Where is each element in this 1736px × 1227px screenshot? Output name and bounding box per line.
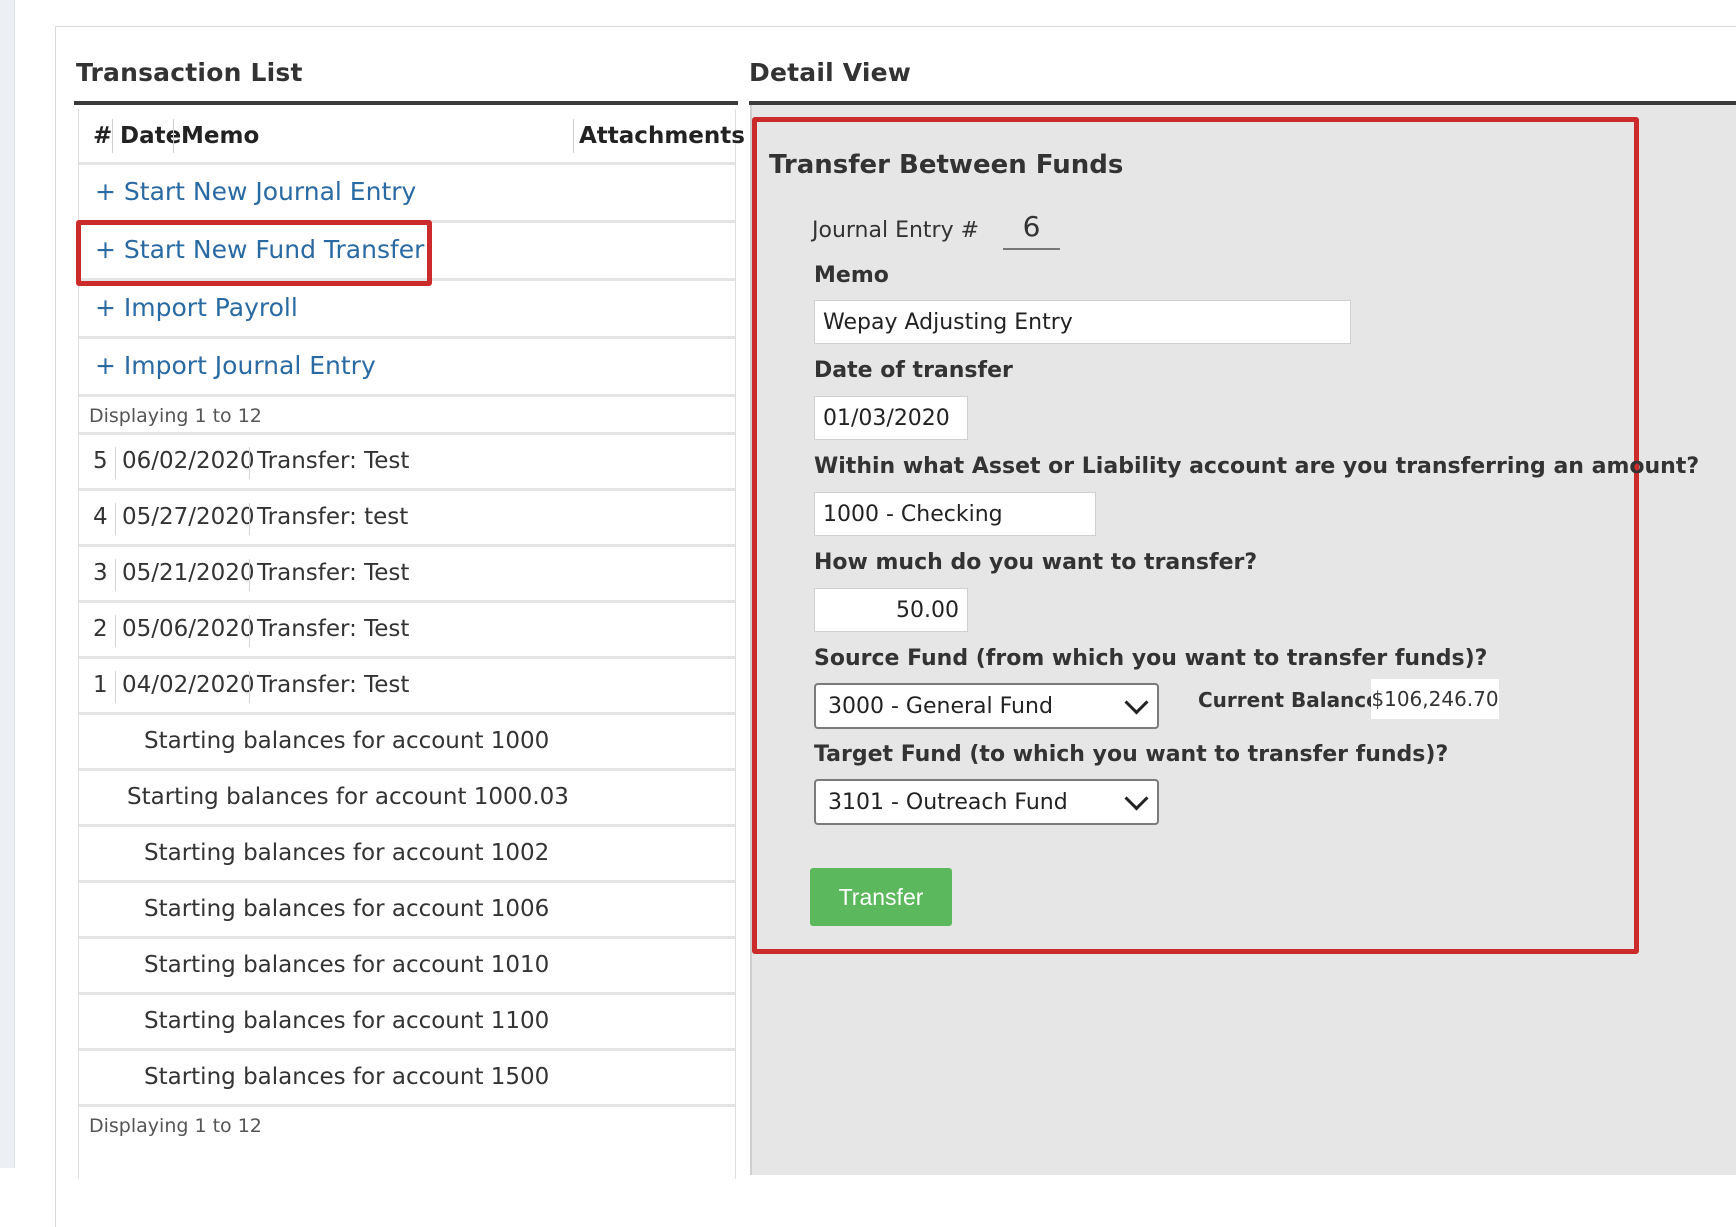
list-item[interactable]: Starting balances for account 1000 <box>79 715 735 771</box>
target-fund-value: 3101 - Outreach Fund <box>828 789 1068 815</box>
transaction-list-title-rule <box>74 101 738 105</box>
balance-memo: Starting balances for account 1100 <box>144 1008 550 1034</box>
start-new-journal-entry-link[interactable]: + Start New Journal Entry <box>95 177 416 206</box>
target-fund-label: Target Fund (to which you want to transf… <box>814 742 1449 767</box>
col-attachments-header[interactable]: Attachments <box>579 123 745 149</box>
table-row[interactable]: 1 04/02/2020 Transfer: Test <box>79 659 735 715</box>
txn-memo: Transfer: Test <box>257 448 410 474</box>
balance-memo: Starting balances for account 1002 <box>144 840 550 866</box>
balance-memo: Starting balances for account 1000.03 <box>127 784 569 810</box>
txn-num: 2 <box>93 616 108 642</box>
import-payroll-link[interactable]: + Import Payroll <box>95 293 298 322</box>
list-item[interactable]: Starting balances for account 1100 <box>79 995 735 1051</box>
date-of-transfer-input[interactable]: 01/03/2020 <box>814 396 968 440</box>
chevron-down-icon <box>1124 689 1149 715</box>
date-of-transfer-label: Date of transfer <box>814 358 1013 383</box>
amount-label: How much do you want to transfer? <box>814 550 1258 575</box>
detail-view-title: Detail View <box>749 58 912 87</box>
col-divider <box>249 447 250 479</box>
import-payroll-row: + Import Payroll <box>79 281 735 339</box>
chevron-down-icon <box>1124 785 1149 811</box>
txn-memo: Transfer: Test <box>257 560 410 586</box>
table-row[interactable]: 3 05/21/2020 Transfer: Test <box>79 547 735 603</box>
start-journal-entry-row: + Start New Journal Entry <box>79 165 735 223</box>
col-memo-header[interactable]: Memo <box>181 123 259 149</box>
list-item[interactable]: Starting balances for account 1000.03 <box>79 771 735 827</box>
col-divider <box>115 447 116 479</box>
txn-memo: Transfer: Test <box>257 616 410 642</box>
list-item[interactable]: Starting balances for account 1002 <box>79 827 735 883</box>
target-fund-select[interactable]: 3101 - Outreach Fund <box>814 779 1159 825</box>
account-input[interactable]: 1000 - Checking <box>814 492 1096 536</box>
col-divider <box>112 119 113 153</box>
current-balance-label: Current Balance: <box>1198 688 1388 712</box>
txn-num: 1 <box>93 672 108 698</box>
table-header: # Date Memo Attachments <box>79 109 745 165</box>
source-fund-label: Source Fund (from which you want to tran… <box>814 646 1488 671</box>
transaction-list-title: Transaction List <box>76 58 303 87</box>
list-item[interactable]: Starting balances for account 1010 <box>79 939 735 995</box>
txn-memo: Transfer: Test <box>257 672 410 698</box>
txn-date: 05/27/2020 <box>122 504 255 530</box>
import-journal-entry-link[interactable]: + Import Journal Entry <box>95 351 376 380</box>
memo-label: Memo <box>814 263 889 288</box>
txn-date: 06/02/2020 <box>122 448 255 474</box>
table-row[interactable]: 4 05/27/2020 Transfer: test <box>79 491 735 547</box>
txn-num: 5 <box>93 448 108 474</box>
pagination-info-top: Displaying 1 to 12 <box>79 397 735 435</box>
balance-memo: Starting balances for account 1000 <box>144 728 550 754</box>
col-num-header[interactable]: # <box>93 123 112 149</box>
balance-memo: Starting balances for account 1006 <box>144 896 550 922</box>
col-divider <box>115 671 116 703</box>
txn-num: 3 <box>93 560 108 586</box>
source-fund-value: 3000 - General Fund <box>828 693 1053 719</box>
journal-entry-number: 6 <box>1003 210 1060 250</box>
list-item[interactable]: Starting balances for account 1500 <box>79 1051 735 1107</box>
txn-num: 4 <box>93 504 108 530</box>
account-label: Within what Asset or Liability account a… <box>814 454 1700 479</box>
displaying-text: Displaying 1 to 12 <box>89 1115 262 1137</box>
journal-entry-label: Journal Entry # <box>812 218 980 243</box>
amount-input[interactable]: 50.00 <box>814 588 968 632</box>
current-balance-value: $106,246.70 <box>1371 679 1499 719</box>
col-divider <box>173 119 174 153</box>
import-journal-entry-row: + Import Journal Entry <box>79 339 735 397</box>
col-divider <box>249 615 250 647</box>
col-divider <box>249 503 250 535</box>
memo-input[interactable]: Wepay Adjusting Entry <box>814 300 1351 344</box>
source-fund-select[interactable]: 3000 - General Fund <box>814 683 1159 729</box>
txn-date: 05/06/2020 <box>122 616 255 642</box>
left-shade <box>0 0 15 1168</box>
txn-date: 05/21/2020 <box>122 560 255 586</box>
txn-date: 04/02/2020 <box>122 672 255 698</box>
col-divider <box>115 559 116 591</box>
balance-memo: Starting balances for account 1010 <box>144 952 550 978</box>
col-divider <box>115 503 116 535</box>
pagination-info-bottom: Displaying 1 to 12 <box>79 1107 735 1145</box>
col-divider <box>249 671 250 703</box>
table-row[interactable]: 5 06/02/2020 Transfer: Test <box>79 435 735 491</box>
col-divider <box>573 119 574 153</box>
col-divider <box>115 615 116 647</box>
balance-memo: Starting balances for account 1500 <box>144 1064 550 1090</box>
col-divider <box>249 559 250 591</box>
displaying-text: Displaying 1 to 12 <box>89 405 262 427</box>
fund-transfer-highlight <box>76 220 432 286</box>
transfer-form-title: Transfer Between Funds <box>769 150 1124 180</box>
list-item[interactable]: Starting balances for account 1006 <box>79 883 735 939</box>
transfer-button[interactable]: Transfer <box>810 868 952 926</box>
table-row[interactable]: 2 05/06/2020 Transfer: Test <box>79 603 735 659</box>
txn-memo: Transfer: test <box>257 504 409 530</box>
